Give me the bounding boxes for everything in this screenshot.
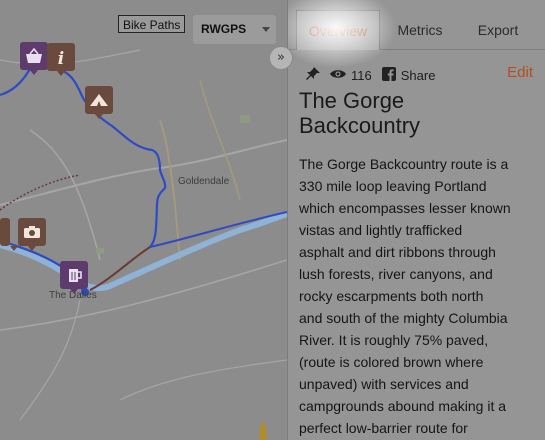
panel-tabs: Overview Metrics Export bbox=[288, 0, 545, 50]
route-title: The Gorge Backcountry bbox=[299, 88, 529, 138]
campground-icon[interactable] bbox=[85, 86, 113, 119]
map-type-select[interactable]: RWGPS bbox=[193, 15, 276, 44]
route-title-line: The Gorge bbox=[299, 88, 405, 113]
description-line: vistas and lightly trafficked bbox=[299, 222, 463, 238]
tab-overview[interactable]: Overview bbox=[296, 10, 380, 50]
route-description: The Gorge Backcountry route is a 330 mil… bbox=[299, 153, 535, 439]
place-label-goldendale: Goldendale bbox=[178, 176, 230, 187]
partial-marker-icon[interactable] bbox=[0, 218, 18, 251]
description-line: perfect low-barrier route for bbox=[299, 420, 468, 436]
description-line: campgrounds abound making it a bbox=[299, 398, 507, 414]
shopping-basket-icon[interactable] bbox=[20, 42, 48, 75]
route-title-line: Backcountry bbox=[299, 113, 421, 138]
description-line: unpaved) with services and bbox=[299, 376, 469, 392]
beer-icon[interactable] bbox=[60, 261, 88, 294]
eye-icon bbox=[329, 68, 347, 83]
pin-icon[interactable] bbox=[305, 66, 321, 85]
description-line: asphalt and dirt ribbons through bbox=[299, 244, 496, 260]
route-details-panel: Overview Metrics Export 116 Share Edit T… bbox=[287, 0, 545, 440]
description-line: which encompasses lesser known bbox=[299, 200, 511, 216]
route-map[interactable]: Goldendale The Dalles i Bike Paths RWGPS bbox=[0, 0, 287, 440]
description-line: River. It is roughly 75% paved, bbox=[299, 332, 489, 348]
route-meta-bar: 116 Share bbox=[305, 64, 435, 86]
description-line: (route is colored brown where bbox=[299, 354, 484, 370]
bike-paths-toggle[interactable]: Bike Paths bbox=[118, 15, 186, 33]
tab-metrics[interactable]: Metrics bbox=[384, 10, 456, 50]
info-icon[interactable]: i bbox=[47, 43, 75, 76]
view-count: 116 bbox=[351, 67, 372, 83]
description-line: and south of the mighty Columbia bbox=[299, 310, 508, 326]
facebook-icon[interactable] bbox=[381, 66, 396, 84]
chevron-down-icon bbox=[262, 27, 270, 32]
tab-export[interactable]: Export bbox=[460, 10, 536, 50]
map-type-value: RWGPS bbox=[201, 22, 247, 36]
svg-text:i: i bbox=[58, 49, 64, 69]
description-line: rocky escarpments both north bbox=[299, 288, 484, 304]
description-line: 330 mile loop leaving Portland bbox=[299, 178, 487, 194]
collapse-panel-button[interactable]: » bbox=[269, 46, 293, 70]
description-line: lush forests, river canyons, and bbox=[299, 266, 493, 282]
camera-icon[interactable] bbox=[18, 218, 46, 251]
description-line: The Gorge Backcountry route is a bbox=[299, 156, 509, 172]
street-view-pegman-icon[interactable] bbox=[256, 422, 270, 440]
edit-link[interactable]: Edit bbox=[507, 64, 533, 81]
share-link[interactable]: Share bbox=[401, 68, 436, 83]
